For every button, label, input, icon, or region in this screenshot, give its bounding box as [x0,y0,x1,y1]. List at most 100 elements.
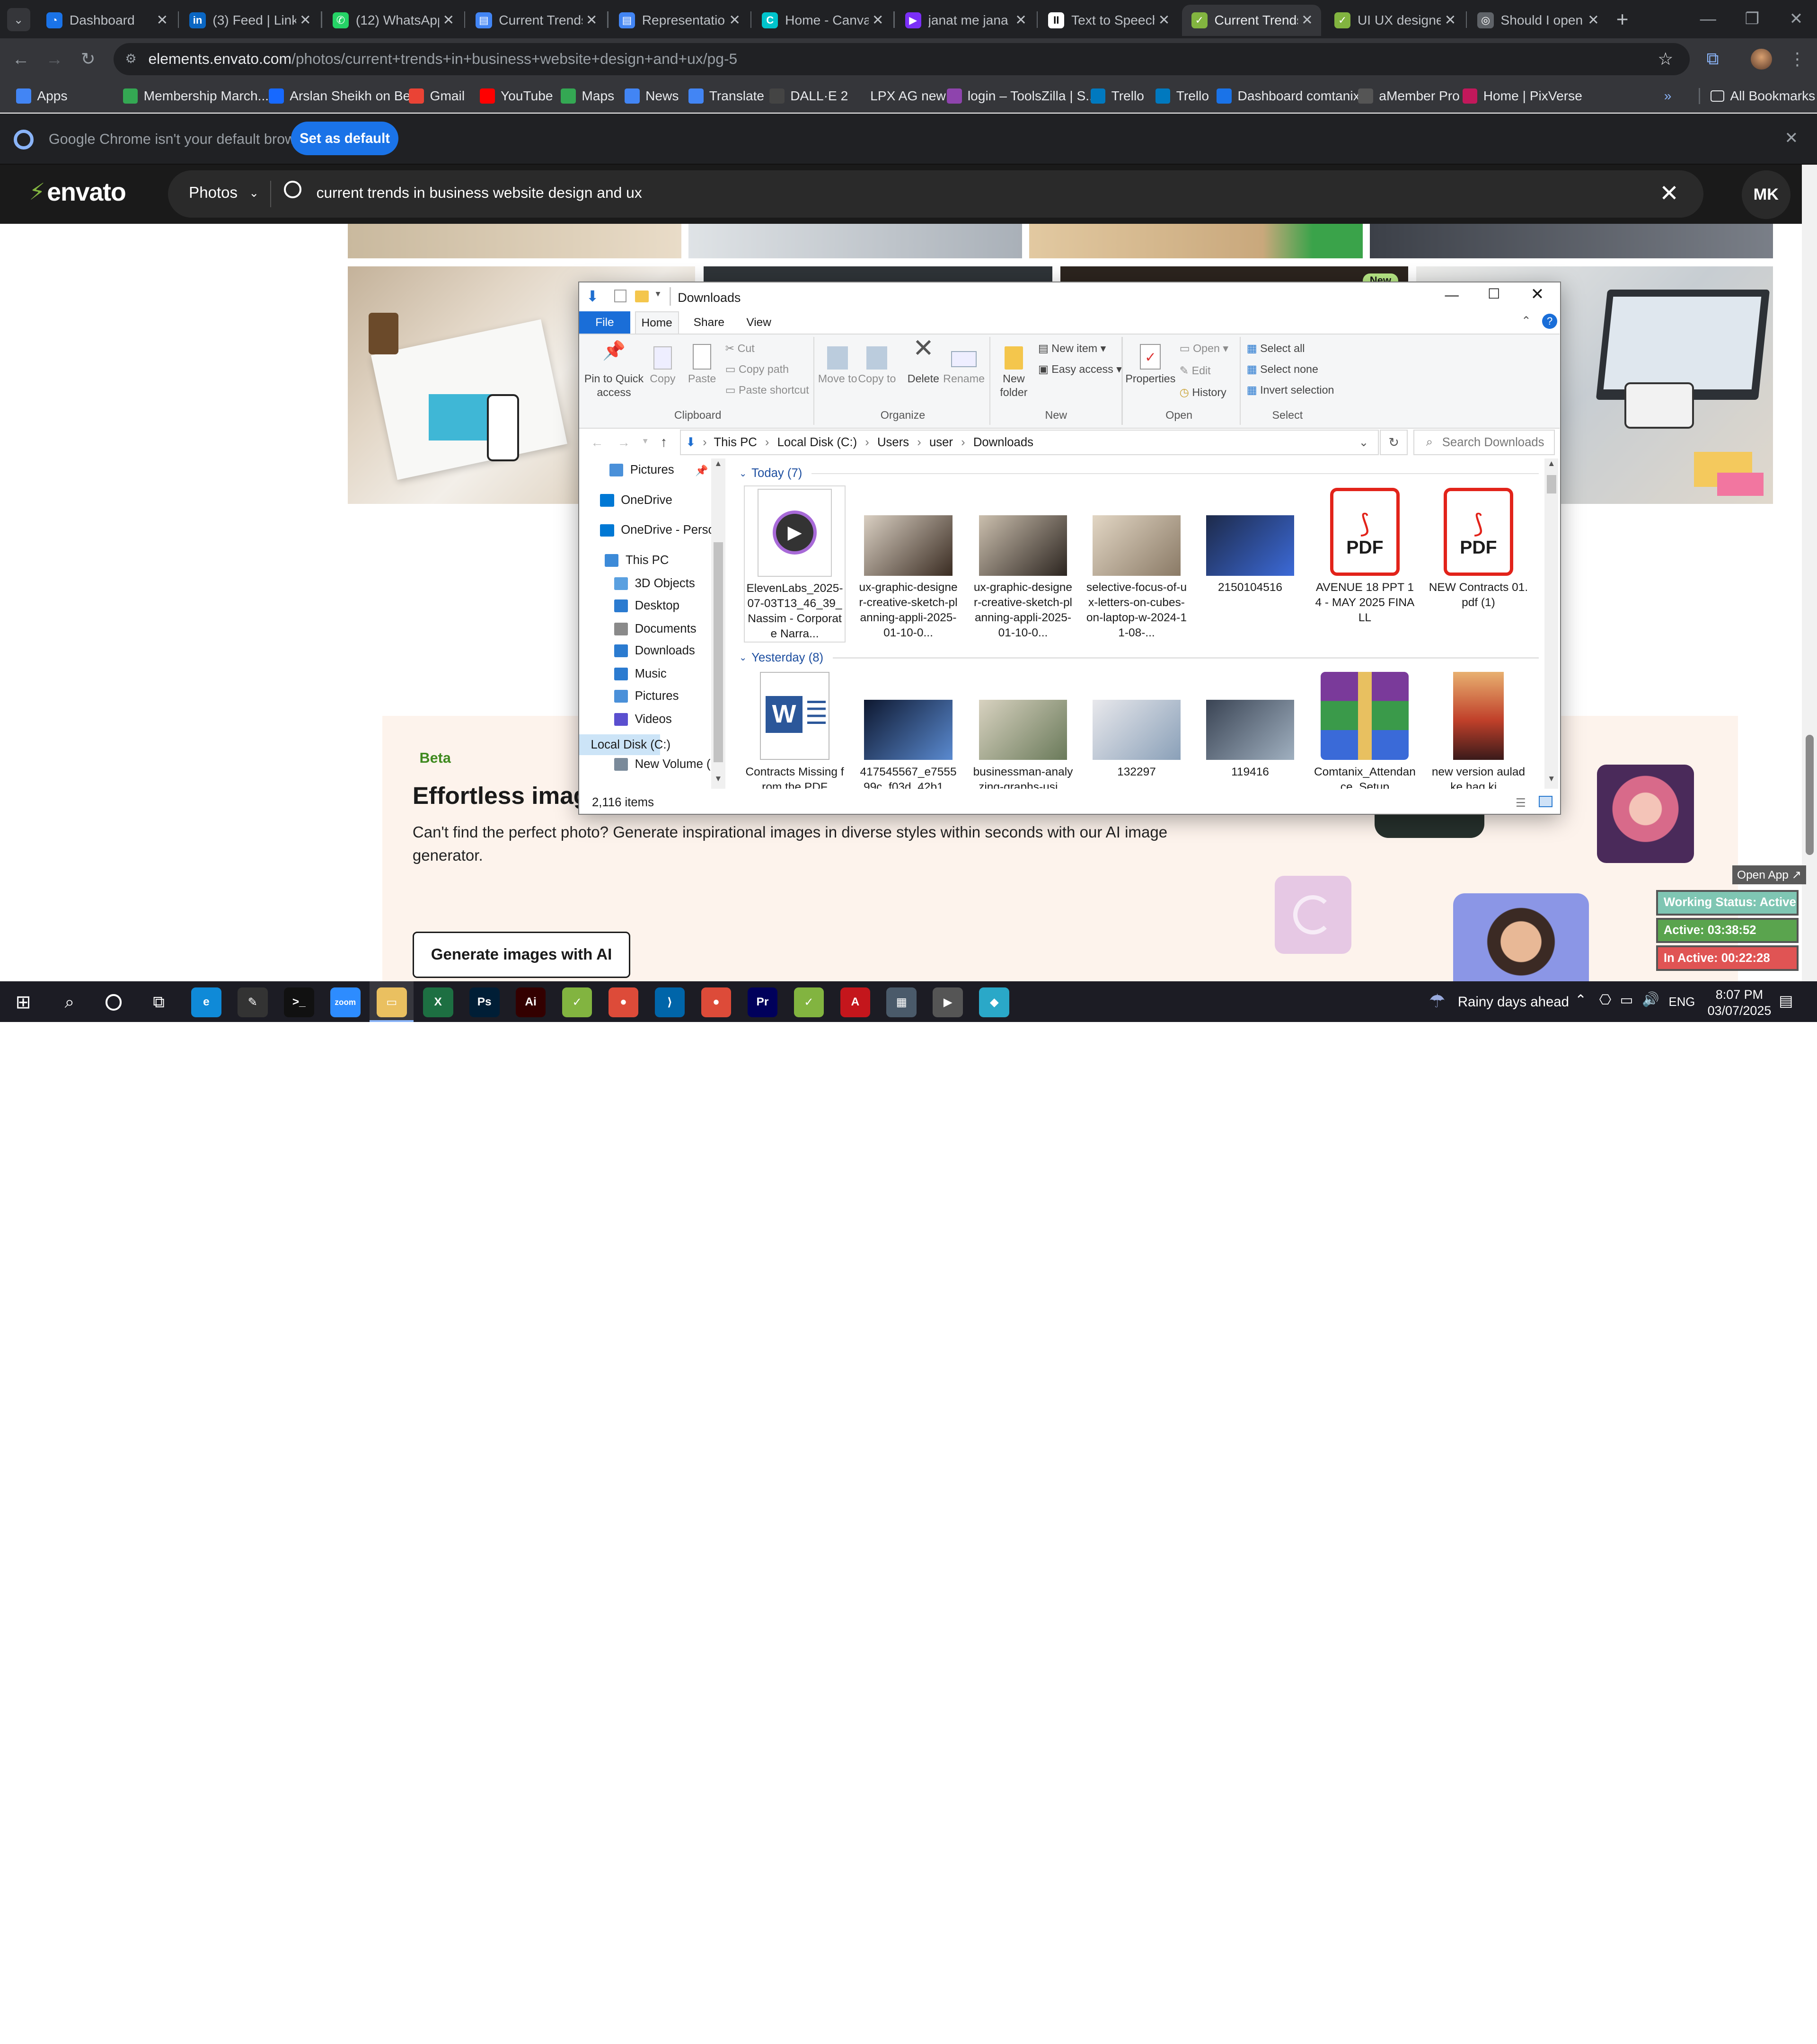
nav-item[interactable]: OneDrive - Person [600,523,711,537]
breadcrumb-item[interactable]: user [929,436,953,449]
clear-search-icon[interactable]: ✕ [1659,180,1679,207]
file-item[interactable]: 2150104516 [1199,485,1301,641]
taskbar-app-edge[interactable]: e [191,987,221,1018]
cortana-icon[interactable] [98,987,129,1018]
cut-button[interactable]: ✂ Cut [725,342,755,355]
select-all-button[interactable]: ▦ Select all [1247,342,1305,355]
browser-tab[interactable]: ▤ Representation ✕ [609,5,749,36]
close-tab-icon[interactable]: ✕ [1012,12,1030,28]
task-view-icon[interactable]: ⧉ [144,987,174,1018]
close-tab-icon[interactable]: ✕ [869,12,887,28]
minimize-button[interactable]: — [1686,0,1730,38]
file-item[interactable]: selective-focus-of-ux-letters-on-cubes-o… [1085,485,1188,641]
more-bookmarks-icon[interactable]: » [1664,86,1672,106]
group-header[interactable]: ⌄ Today (7) [739,467,1539,480]
browser-tab[interactable]: ✆ (12) WhatsApp ✕ [323,5,462,36]
ribbon-tab-home[interactable]: Home [635,311,679,334]
bookmark-item[interactable]: Arslan Sheikh on Be... [269,86,422,106]
address-bar[interactable]: ⚙ elements.envato.com/photos/current+tre… [114,43,1690,76]
close-tab-icon[interactable]: ✕ [582,12,601,28]
file-item[interactable]: ⟆ PDF NEW Contracts 01.pdf (1) [1428,485,1530,641]
large-icons-view-icon[interactable] [1538,796,1553,808]
close-tab-icon[interactable]: ✕ [1584,12,1603,28]
file-item[interactable]: 119416 [1199,670,1301,789]
breadcrumb-item[interactable]: This PC [714,436,757,449]
ribbon-tab-share[interactable]: Share [688,311,730,334]
browser-tab[interactable]: ◔ Dashboard ✕ [37,5,176,36]
file-item[interactable]: Comtanix_Attendance_Setup [1314,670,1416,789]
clock-time[interactable]: 8:07 PM [1711,987,1768,1002]
explorer-maximize[interactable]: ☐ [1488,286,1500,302]
folder-qa-icon[interactable] [635,291,649,302]
volume-icon[interactable]: 🔊 [1642,992,1659,1008]
taskbar-app-envato2[interactable]: ✓ [794,987,824,1018]
weather-text[interactable]: Rainy days ahead [1458,994,1569,1010]
breadcrumb-item[interactable]: Local Disk (C:) [777,436,857,449]
paste-shortcut-button[interactable]: ▭ Paste shortcut [725,383,809,397]
meet-icon[interactable]: ⎔ [1599,992,1612,1008]
address-box[interactable]: ⬇ › This PC › Local Disk (C:) › Users › user › D… [680,430,1379,455]
taskbar-search-icon[interactable]: ⌕ [54,987,85,1018]
bookmark-star-icon[interactable]: ☆ [1658,49,1673,69]
file-item[interactable]: ux-graphic-designer-creative-sketch-plan… [857,485,960,641]
nav-item[interactable]: Downloads [614,644,695,658]
bookmark-item[interactable]: Apps [16,86,68,106]
explorer-close[interactable]: ✕ [1531,285,1544,304]
file-item[interactable]: ▶ ElevenLabs_2025-07-03T13_46_39_Nassim -… [743,485,846,643]
result-photo[interactable] [703,266,1052,283]
properties-button[interactable]: ✓ Properties [1124,342,1177,386]
qa-dropdown-icon[interactable]: ▾ [656,288,661,300]
browser-tab[interactable]: ▤ Current Trends ✕ [467,5,606,36]
taskbar-app-pen[interactable]: ✎ [238,987,268,1018]
set-default-button[interactable]: Set as default [291,122,399,156]
open-button[interactable]: ▭ Open ▾ [1180,342,1228,355]
forward-button[interactable]: → [42,46,67,72]
bookmark-item[interactable]: Membership March... [123,86,269,106]
nav-forward-button[interactable]: → [617,435,630,450]
reload-button[interactable]: ↻ [75,46,101,72]
notification-icon[interactable]: ▤ [1779,992,1793,1010]
browser-tab[interactable]: ✓ UI UX designer ✕ [1325,5,1464,36]
nav-item[interactable]: OneDrive [600,493,672,507]
browser-tab[interactable]: C Home - Canva ✕ [753,5,892,36]
close-tab-icon[interactable]: ✕ [153,12,171,28]
close-tab-icon[interactable]: ✕ [1441,12,1459,28]
edit-button[interactable]: ✎ Edit [1180,364,1211,378]
browser-tab[interactable]: ◎ Should I open ✕ [1468,5,1607,36]
copy-button[interactable]: Copy [646,344,679,386]
pin-quick-access-button[interactable]: 📌 Pin to Quick access [584,342,644,400]
nav-item[interactable]: 3D Objects [614,577,695,590]
bookmark-item[interactable]: Trello [1090,86,1144,106]
tray-chevron-icon[interactable]: ⌃ [1575,992,1587,1008]
nav-item[interactable]: Pictures [609,463,674,477]
bookmark-item[interactable]: login – ToolsZilla | S... [946,86,1097,106]
taskbar-app-illustrator[interactable]: Ai [515,987,546,1018]
move-to-button[interactable]: Move to [818,344,857,386]
network-icon[interactable]: ▭ [1620,992,1633,1008]
explorer-minimize[interactable]: — [1445,287,1458,303]
new-folder-button[interactable]: New folder [994,344,1033,400]
browser-tab[interactable]: ✓ Current Trends ✕ [1182,4,1321,36]
close-window-button[interactable]: ✕ [1774,0,1817,38]
extensions-icon[interactable]: ⧉ [1700,46,1726,72]
nav-item[interactable]: This PC [604,554,669,567]
nav-item[interactable]: Music [614,667,667,681]
breadcrumb-item[interactable]: Downloads [973,436,1033,449]
taskbar-app-app[interactable]: ◆ [979,987,1010,1018]
history-button[interactable]: ◷ History [1180,386,1226,399]
refresh-button[interactable]: ↻ [1380,430,1408,455]
bookmark-item[interactable]: aMember Pro [1358,86,1460,106]
search-downloads-input[interactable]: ⌕ Search Downloads [1413,430,1555,455]
ribbon-collapse-icon[interactable]: ⌃ [1521,314,1531,328]
taskbar-app-photoshop[interactable]: Ps [469,987,500,1018]
browser-tab[interactable]: ▶ janat me jana ✕ [896,5,1035,36]
invert-selection-button[interactable]: ▦ Invert selection [1247,383,1334,397]
menu-icon[interactable]: ⋮ [1784,46,1810,72]
taskbar-app-chrome2[interactable]: ● [701,987,732,1018]
rename-button[interactable]: Rename [943,344,985,386]
page-scrollbar[interactable] [1802,164,1817,982]
bookmark-item[interactable]: YouTube [479,86,553,106]
new-tab-button[interactable]: + [1610,7,1635,33]
nav-item[interactable]: Local Disk (C:) [579,734,670,756]
copy-path-button[interactable]: ▭ Copy path [725,362,789,376]
